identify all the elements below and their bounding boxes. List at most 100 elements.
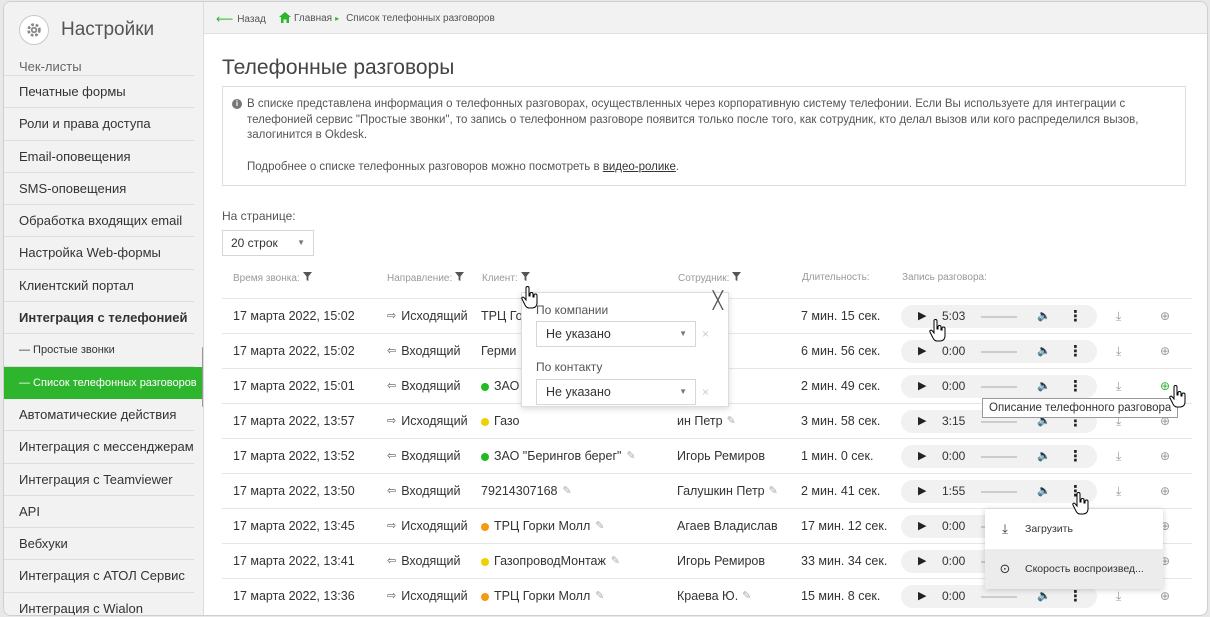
direction-icon: ⇦ <box>387 380 397 392</box>
play-icon[interactable]: ▶ <box>918 550 926 573</box>
zoom-view-icon[interactable]: ⊕ <box>1160 474 1170 509</box>
zoom-view-icon[interactable]: ⊕ <box>1160 299 1170 334</box>
play-icon[interactable]: ▶ <box>918 375 926 398</box>
play-icon[interactable]: ▶ <box>918 410 926 433</box>
client-name[interactable]: ЗАО <box>494 369 519 404</box>
gear-icon[interactable] <box>19 15 49 45</box>
progress-track[interactable] <box>981 316 1017 318</box>
edit-icon[interactable]: ✎ <box>595 579 604 614</box>
client-name[interactable]: 79214307168 <box>481 474 557 509</box>
sidebar-item[interactable]: Печатные формы <box>4 76 194 109</box>
hand-cursor-icon <box>1071 492 1091 519</box>
sidebar-item[interactable]: Клиентский портал <box>4 270 194 303</box>
header-client-label: Клиент: <box>482 272 518 284</box>
sidebar-item[interactable]: Интеграция с мессенджерами <box>4 431 194 464</box>
zoom-view-icon[interactable]: ⊕ <box>1160 439 1170 474</box>
company-filter-value: Не указано <box>546 327 611 341</box>
edit-icon[interactable]: ✎ <box>595 509 604 544</box>
play-icon[interactable]: ▶ <box>918 480 926 503</box>
back-link[interactable]: ⟵ Назад <box>216 12 266 26</box>
download-icon[interactable]: ⤓ <box>1116 334 1121 369</box>
download-icon[interactable]: ⤓ <box>1116 474 1121 509</box>
edit-icon[interactable]: ✎ <box>727 404 736 439</box>
crumb-home[interactable]: Главная <box>294 13 332 24</box>
progress-track[interactable] <box>981 456 1017 458</box>
sidebar-item[interactable]: Email-оповещения <box>4 141 194 173</box>
download-icon[interactable]: ⤓ <box>1116 439 1121 474</box>
company-filter-label: По компании <box>536 303 609 317</box>
edit-icon[interactable]: ✎ <box>769 474 778 509</box>
sidebar-item[interactable]: — Список телефонных разговоров <box>4 366 203 399</box>
client-name[interactable]: ТРЦ Горки Молл <box>494 579 590 614</box>
client-cell: ТРЦ Горки Молл ✎ <box>481 509 605 544</box>
home-icon[interactable] <box>279 12 291 25</box>
client-name[interactable]: ТРЦ Го <box>481 299 523 334</box>
play-icon[interactable]: ▶ <box>918 305 926 328</box>
chevron-down-icon: ▼ <box>679 329 687 338</box>
employee-name[interactable]: Игорь Ремиров <box>677 544 765 579</box>
call-duration: 3 мин. 58 сек. <box>801 414 881 428</box>
progress-track[interactable] <box>981 596 1017 598</box>
clear-company-icon[interactable]: × <box>702 327 709 341</box>
play-icon[interactable]: ▶ <box>918 585 926 608</box>
call-duration: 17 мин. 12 сек. <box>801 519 888 533</box>
sidebar-item[interactable]: Роли и права доступа <box>4 108 194 141</box>
edit-icon[interactable]: ✎ <box>562 474 571 509</box>
playback-speed-menu-item[interactable]: ⊙ Скорость воспроизвед... <box>985 549 1163 589</box>
employee-name[interactable]: Агаев Владислав <box>677 509 778 544</box>
client-name[interactable]: ГазопроводМонтаж <box>494 544 606 579</box>
client-name[interactable]: ЗАО "Берингов берег" <box>494 439 621 474</box>
filter-icon[interactable] <box>302 272 312 284</box>
video-link[interactable]: видео-ролике <box>603 161 676 173</box>
sidebar-item[interactable]: — Простые звонки <box>4 334 194 367</box>
employee-name[interactable]: ин Петр <box>677 404 723 439</box>
clear-contact-icon[interactable]: × <box>702 385 709 399</box>
more-options-icon[interactable]: ⋮ <box>1068 445 1083 468</box>
edit-icon[interactable]: ✎ <box>626 439 635 474</box>
filter-icon[interactable] <box>455 272 465 284</box>
sidebar-item[interactable]: Интеграция с Wialon <box>4 593 194 615</box>
employee-name[interactable]: Игорь Ремиров <box>677 439 765 474</box>
client-name[interactable]: Герми <box>481 334 516 369</box>
zoom-view-icon[interactable]: ⊕ <box>1160 334 1170 369</box>
filter-icon[interactable] <box>732 272 742 284</box>
contact-filter-select[interactable]: Не указано ▼ <box>536 379 696 405</box>
download-icon[interactable]: ⤓ <box>1116 299 1121 334</box>
sidebar-item[interactable]: Настройка Web-формы <box>4 237 194 270</box>
sidebar-item[interactable]: API <box>4 496 194 529</box>
progress-track[interactable] <box>981 421 1017 423</box>
client-name[interactable]: Газо <box>494 404 519 439</box>
sidebar-item[interactable]: Обработка входящих email <box>4 205 194 238</box>
play-icon[interactable]: ▶ <box>918 340 926 363</box>
sidebar-item[interactable]: Интеграция с Teamviewer <box>4 464 194 496</box>
client-name[interactable]: ТРЦ Горки Молл <box>494 509 590 544</box>
call-time: 17 марта 2022, 15:02 <box>233 344 355 358</box>
volume-icon[interactable]: 🔈 <box>1037 445 1051 468</box>
sidebar-item[interactable]: SMS-оповещения <box>4 173 194 206</box>
close-icon[interactable]: ╳ <box>713 291 723 311</box>
company-filter-select[interactable]: Не указано ▼ <box>536 321 696 347</box>
more-options-icon[interactable]: ⋮ <box>1068 305 1083 328</box>
per-page-select[interactable]: 20 строк ▼ <box>222 230 314 256</box>
progress-track[interactable] <box>981 491 1017 493</box>
volume-icon[interactable]: 🔈 <box>1037 375 1051 398</box>
employee-name[interactable]: Краева Ю. <box>677 579 738 614</box>
volume-icon[interactable]: 🔈 <box>1037 480 1051 503</box>
volume-icon[interactable]: 🔈 <box>1037 305 1051 328</box>
edit-icon[interactable]: ✎ <box>611 544 620 579</box>
filter-icon[interactable] <box>520 272 530 284</box>
sidebar-item[interactable]: Автоматические действия <box>4 399 194 432</box>
progress-track[interactable] <box>981 351 1017 353</box>
more-options-icon[interactable]: ⋮ <box>1068 340 1083 363</box>
more-options-icon[interactable]: ⋮ <box>1068 375 1083 398</box>
play-icon[interactable]: ▶ <box>918 515 926 538</box>
play-icon[interactable]: ▶ <box>918 445 926 468</box>
sidebar-item[interactable]: Вебхуки <box>4 528 194 561</box>
edit-icon[interactable]: ✎ <box>742 579 751 614</box>
sidebar-item[interactable]: Интеграция с АТОЛ Сервис <box>4 560 194 593</box>
direction-icon: ⇦ <box>387 450 397 462</box>
sidebar-item[interactable]: Интеграция с телефонией <box>4 302 194 335</box>
progress-track[interactable] <box>981 386 1017 388</box>
employee-name[interactable]: Галушкин Петр <box>677 474 765 509</box>
volume-icon[interactable]: 🔈 <box>1037 340 1051 363</box>
